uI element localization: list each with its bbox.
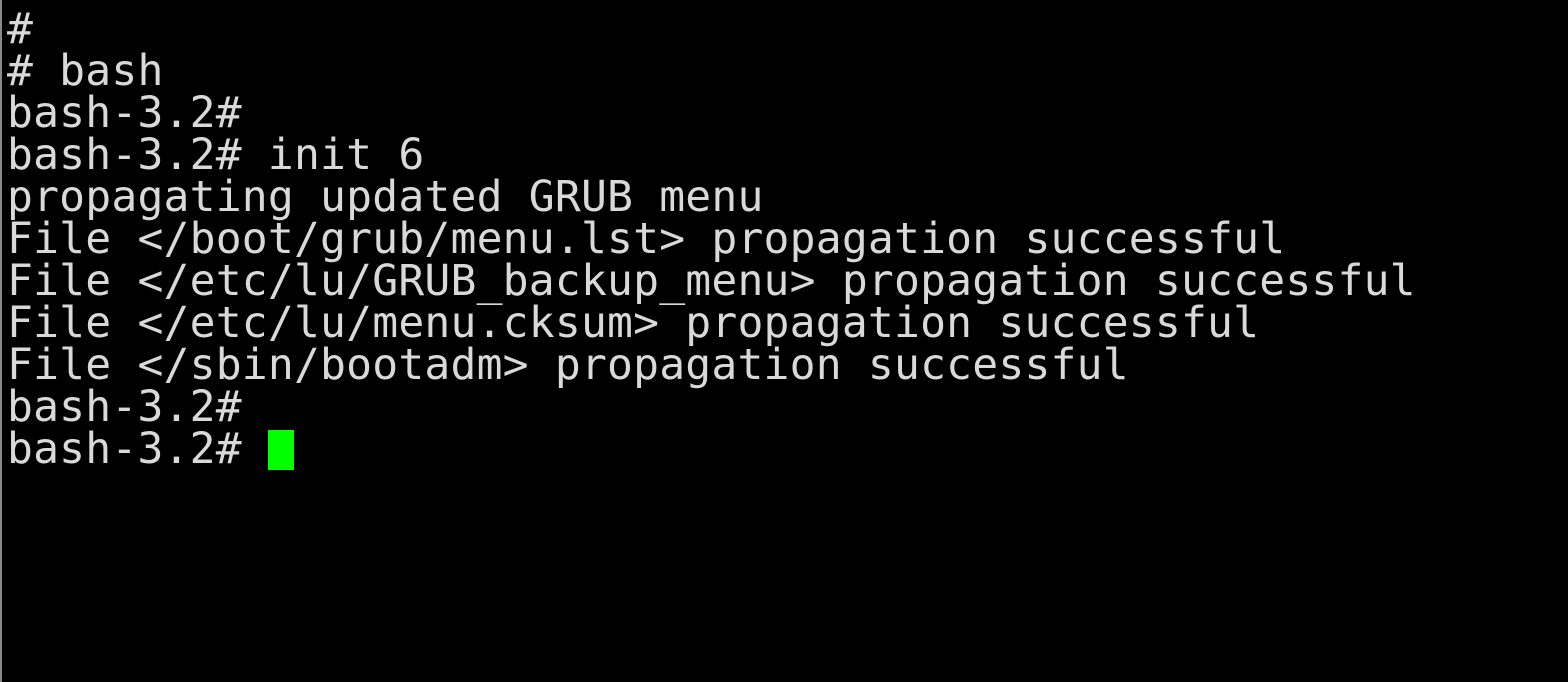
terminal-line: File </sbin/bootadm> propagation success… xyxy=(7,340,1129,390)
terminal-line: # bash xyxy=(7,46,164,96)
terminal-line: propagating updated GRUB menu xyxy=(7,172,764,222)
terminal-line: File </boot/grub/menu.lst> propagation s… xyxy=(7,214,1286,264)
terminal-line: File </etc/lu/menu.cksum> propagation su… xyxy=(7,298,1260,348)
terminal-window[interactable]: # # bash bash-3.2# bash-3.2# init 6 prop… xyxy=(0,0,1568,682)
terminal-screen: # # bash bash-3.2# bash-3.2# init 6 prop… xyxy=(7,4,1568,471)
terminal-prompt: bash-3.2# xyxy=(7,424,268,474)
terminal-prompt-line[interactable]: bash-3.2# xyxy=(7,428,1568,471)
terminal-line: # xyxy=(7,4,34,54)
terminal-cursor xyxy=(267,430,294,470)
terminal-line: bash-3.2# init 6 xyxy=(7,130,425,180)
terminal-line: bash-3.2# xyxy=(7,88,242,138)
terminal-line: bash-3.2# xyxy=(7,382,242,432)
terminal-line: File </etc/lu/GRUB_backup_menu> propagat… xyxy=(7,256,1416,306)
